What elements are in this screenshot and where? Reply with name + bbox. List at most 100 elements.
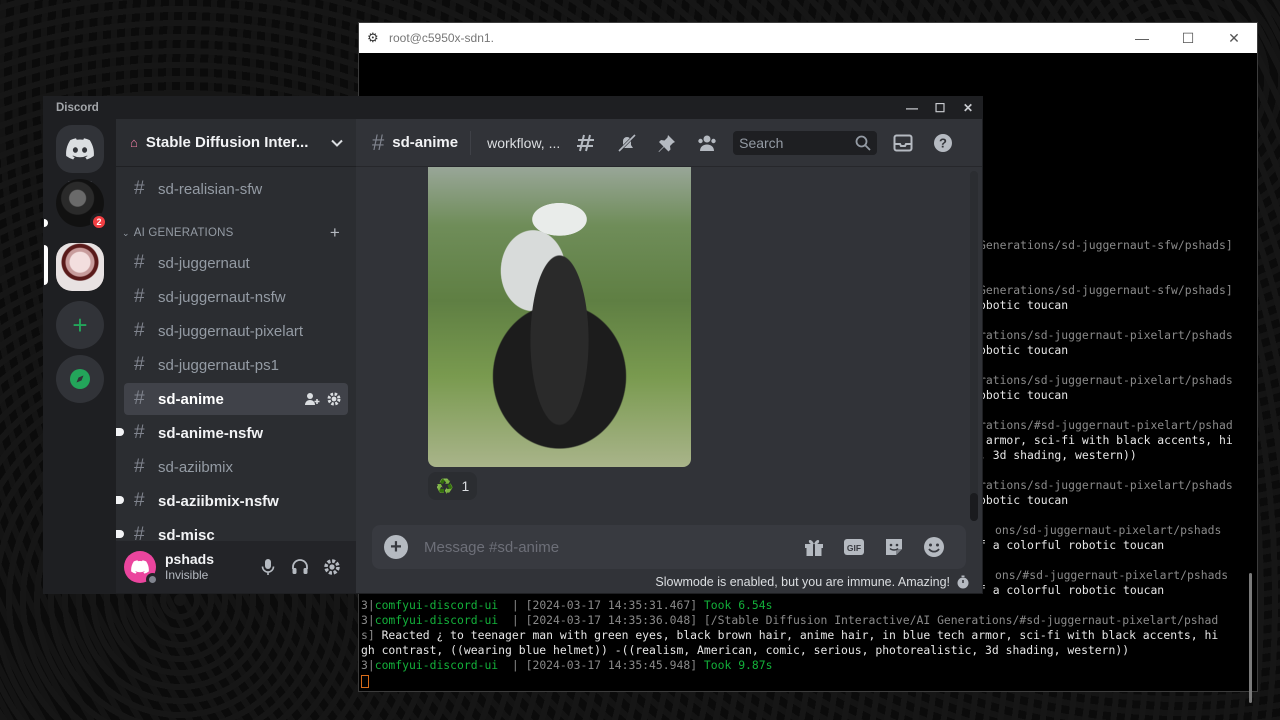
minimize-button[interactable]: —	[898, 97, 926, 119]
channel-sd-juggernaut-ps1[interactable]: # sd-juggernaut-ps1	[124, 349, 348, 381]
terminal-line: f a colorful robotic toucan	[979, 538, 1165, 552]
guild-header[interactable]: ⌂ Stable Diffusion Inter...	[116, 119, 356, 167]
plus-icon: +	[72, 309, 88, 340]
terminal-line: f a colorful robotic toucan	[979, 583, 1165, 597]
generated-image-attachment[interactable]	[428, 167, 691, 467]
terminal-line: rations/sd-juggernaut-pixelart/pshads	[979, 478, 1233, 492]
pin-icon	[658, 134, 676, 152]
terminal-line: armor, sci-fi with black accents, hi	[979, 433, 1233, 447]
chat-area: # sd-anime workflow, ... Search ? ♻️ 1 +…	[356, 119, 982, 593]
hashtag-icon: #	[134, 286, 145, 307]
terminal-line: ons/sd-juggernaut-pixelart/pshads	[995, 523, 1222, 537]
avatar[interactable]	[124, 551, 159, 586]
channel-sd-aziibmix-nsfw[interactable]: # sd-aziibmix-nsfw	[116, 485, 348, 517]
discord-window: Discord — ☐ ✕ 2 + ⌂ Stable Diffusion Int…	[43, 96, 983, 594]
add-server-button[interactable]: +	[56, 301, 104, 349]
maximize-button[interactable]: ☐	[1165, 23, 1211, 53]
user-panel: pshads Invisible	[116, 541, 356, 593]
message-scrollbar[interactable]	[970, 171, 978, 521]
message-input[interactable]: Message #sd-anime	[424, 539, 794, 556]
channel-header: # sd-anime workflow, ... Search ?	[356, 119, 982, 167]
channel-sd-anime[interactable]: # sd-anime	[124, 383, 348, 415]
help-button[interactable]: ?	[923, 131, 963, 155]
threads-button[interactable]	[567, 131, 607, 155]
upload-button[interactable]: +	[384, 535, 408, 559]
terminal-line: rations/sd-juggernaut-pixelart/pshads	[979, 328, 1233, 342]
user-settings-button[interactable]	[316, 551, 348, 583]
boost-icon: ⌂	[130, 135, 138, 150]
explore-servers-button[interactable]	[56, 355, 104, 403]
hashtag-icon: #	[134, 388, 145, 409]
channel-sd-realisian-sfw[interactable]: # sd-realisian-sfw	[124, 173, 348, 205]
terminal-title: root@c5950x-sdn1.	[389, 31, 494, 45]
pinned-messages-button[interactable]	[647, 131, 687, 155]
svg-text:?: ?	[939, 135, 947, 150]
invite-icon[interactable]	[304, 391, 320, 407]
hashtag-icon: #	[134, 490, 145, 511]
mute-button[interactable]	[252, 551, 284, 583]
gear-icon[interactable]	[326, 391, 342, 407]
username: pshads	[165, 551, 215, 567]
hashtag-icon: #	[134, 178, 145, 199]
threads-icon	[577, 134, 595, 151]
terminal-line: gh contrast, ((wearing blue helmet)) -((…	[361, 643, 1130, 657]
user-info[interactable]: pshads Invisible	[165, 551, 252, 583]
gif-button[interactable]: GIF	[834, 531, 874, 563]
channel-sd-anime-nsfw[interactable]: # sd-anime-nsfw	[116, 417, 348, 449]
server-icon-active[interactable]	[56, 243, 104, 291]
recycle-emoji: ♻️	[436, 477, 454, 494]
channel-sd-juggernaut-nsfw[interactable]: # sd-juggernaut-nsfw	[124, 281, 348, 313]
gif-icon: GIF	[844, 539, 864, 555]
server-icon[interactable]: 2	[56, 179, 108, 231]
inbox-button[interactable]	[883, 131, 923, 155]
terminal-scrollbar-thumb[interactable]	[1249, 573, 1252, 703]
channel-label: sd-juggernaut-pixelart	[158, 322, 304, 340]
channel-sd-juggernaut-pixelart[interactable]: # sd-juggernaut-pixelart	[124, 315, 348, 347]
server-rail: 2 +	[44, 119, 116, 593]
hashtag-icon: #	[134, 422, 145, 443]
create-channel-icon[interactable]: +	[330, 223, 340, 243]
terminal-line: obotic toucan	[979, 298, 1069, 312]
gift-button[interactable]	[794, 531, 834, 563]
channel-sd-juggernaut[interactable]: # sd-juggernaut	[124, 247, 348, 279]
channel-sd-aziibmix[interactable]: # sd-aziibmix	[124, 451, 348, 483]
search-input[interactable]: Search	[733, 130, 878, 155]
terminal-line: Generations/sd-juggernaut-sfw/pshads]	[979, 238, 1233, 252]
message-scrollbar-thumb[interactable]	[970, 493, 978, 521]
channel-label: sd-misc	[158, 526, 215, 542]
terminal-titlebar: ⚙ root@c5950x-sdn1. — ☐ ✕	[359, 23, 1257, 53]
sticker-button[interactable]	[874, 531, 914, 563]
microphone-icon	[261, 559, 275, 575]
channel-sd-misc[interactable]: # sd-misc	[116, 519, 348, 542]
home-button[interactable]	[56, 125, 104, 173]
terminal-scrollbar[interactable]	[1241, 53, 1257, 703]
reaction-button[interactable]: ♻️ 1	[428, 472, 478, 500]
message-list[interactable]: ♻️ 1	[356, 167, 982, 525]
svg-text:GIF: GIF	[847, 543, 861, 553]
gift-icon	[805, 539, 823, 556]
channel-topic[interactable]: workflow, ...	[487, 135, 559, 151]
close-button[interactable]: ✕	[1211, 23, 1257, 53]
guild-name: Stable Diffusion Inter...	[145, 134, 309, 151]
app-title: Discord	[56, 102, 99, 114]
maximize-button[interactable]: ☐	[926, 97, 954, 119]
status-indicator	[146, 573, 159, 586]
deafen-button[interactable]	[284, 551, 316, 583]
category-label: AI GENERATIONS	[133, 227, 234, 239]
channel-sidebar: ⌂ Stable Diffusion Inter... # sd-realisi…	[116, 119, 356, 593]
category-ai-generations[interactable]: ⌄ AI GENERATIONS +	[122, 223, 340, 243]
close-button[interactable]: ✕	[954, 97, 982, 119]
hashtag-icon: #	[134, 524, 145, 541]
member-list-button[interactable]	[687, 131, 727, 155]
terminal-line: obotic toucan	[979, 343, 1069, 357]
channel-label: sd-aziibmix	[158, 458, 234, 476]
terminal-line: Generations/sd-juggernaut-sfw/pshads]	[979, 283, 1233, 297]
minimize-button[interactable]: —	[1119, 23, 1165, 53]
discord-logo-icon	[66, 138, 94, 160]
notification-settings-button[interactable]	[607, 131, 647, 155]
hashtag-icon: #	[372, 129, 385, 155]
unread-indicator	[116, 530, 124, 538]
channel-list: # sd-realisian-sfw ⌄ AI GENERATIONS + # …	[116, 167, 356, 541]
terminal-line: rations/sd-juggernaut-pixelart/pshads	[979, 373, 1233, 387]
emoji-button[interactable]	[914, 531, 954, 563]
